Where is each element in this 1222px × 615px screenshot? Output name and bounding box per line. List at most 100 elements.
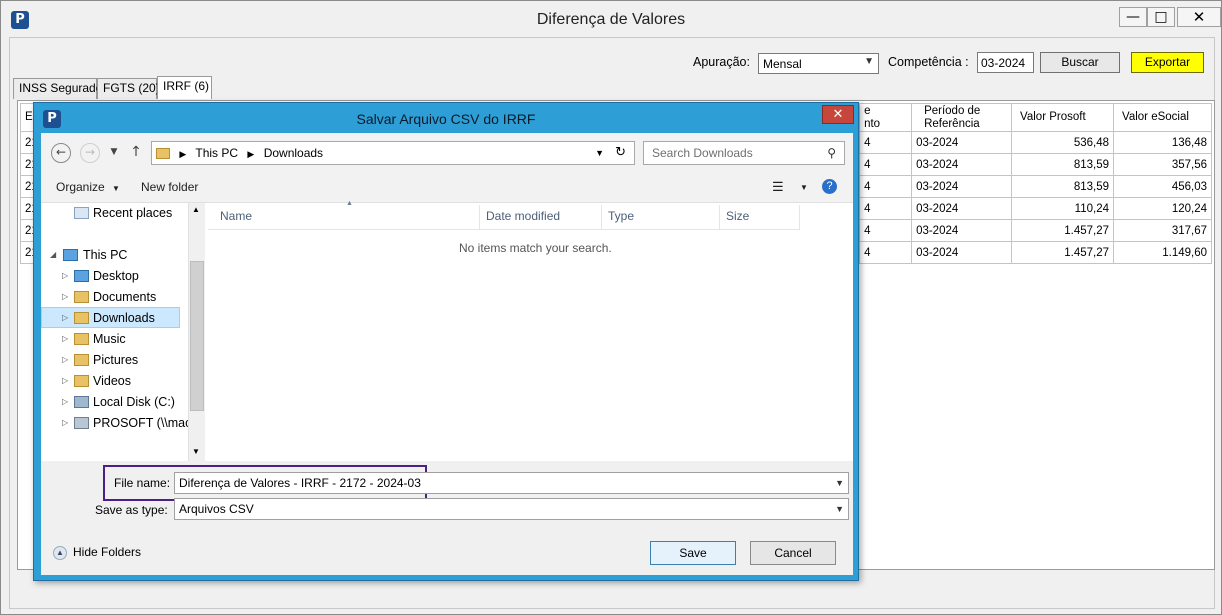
collapsed-chevron-icon: ▷ [62,376,69,385]
apuracao-select[interactable]: Mensal ▼ [758,53,879,74]
nav-item-label: Desktop [93,269,139,283]
cell-periodo: 03-2024 [911,219,1013,242]
expanded-chevron-icon: ◢ [50,250,57,259]
hard-drive-icon [74,396,89,408]
column-header-name[interactable]: Name [214,205,480,229]
cell-valor-prosoft: 813,59 [1011,175,1114,198]
empty-list-message: No items match your search. [459,241,612,255]
new-folder-button[interactable]: New folder [141,180,198,194]
breadcrumb-this-pc[interactable]: This PC [195,146,238,160]
search-input[interactable]: Search Downloads ⚲ [643,141,845,165]
column-header-evento: e nto [859,103,913,132]
cell-valor-esocial: 120,24 [1113,197,1212,220]
pictures-folder-icon [74,354,89,366]
nav-item-label: Downloads [93,311,155,325]
address-bar[interactable]: ▶ This PC ▶ Downloads ▼ ↻ [151,141,635,165]
save-as-type-value: Arquivos CSV [179,502,254,516]
tab-fgts[interactable]: FGTS (20) [97,78,160,99]
back-arrow-icon[interactable]: ← [51,143,71,163]
view-options-icon[interactable]: ☰ [772,179,784,195]
cell-valor-prosoft: 813,59 [1011,153,1114,176]
recent-locations-chevron-icon[interactable]: ▼ [103,143,125,163]
file-name-input[interactable]: Diferença de Valores - IRRF - 2172 - 202… [174,472,849,494]
view-chevron-icon[interactable]: ▼ [800,183,808,192]
recent-places-icon [74,207,89,219]
nav-item-label: Pictures [93,353,139,367]
forward-arrow-icon[interactable]: → [80,143,100,163]
nav-item-downloads[interactable]: ▷ Downloads [41,307,180,328]
nav-item-pictures[interactable]: ▷ Pictures [41,350,201,371]
maximize-button[interactable]: □ [1147,7,1175,27]
cell-evento: 4 [859,153,913,176]
chevron-down-icon[interactable]: ▼ [835,473,844,493]
exportar-button[interactable]: Exportar [1131,52,1204,73]
cell-valor-esocial: 317,67 [1113,219,1212,242]
save-file-dialog: P Salvar Arquivo CSV do IRRF ✕ ← → ▼ ↑ ▶… [33,102,859,581]
address-history-chevron-icon[interactable]: ▼ [595,142,604,164]
nav-pane-scrollbar[interactable]: ▲ ▼ [188,203,205,461]
cell-periodo: 03-2024 [911,131,1013,154]
scroll-up-icon[interactable]: ▲ [192,205,200,214]
save-button[interactable]: Save [650,541,736,565]
competencia-input[interactable]: 03-2024 [977,52,1034,73]
hide-folders-toggle[interactable]: ▲ Hide Folders [53,545,141,560]
column-header-type[interactable]: Type [602,205,720,229]
nav-item-label: Music [93,332,126,346]
nav-item-videos[interactable]: ▷ Videos [41,371,201,392]
search-placeholder: Search Downloads [652,146,753,160]
cell-valor-prosoft: 1.457,27 [1011,219,1114,242]
nav-item-local-disk[interactable]: ▷ Local Disk (C:) [41,392,201,413]
nav-item-music[interactable]: ▷ Music [41,329,201,350]
help-icon[interactable]: ? [822,179,837,194]
competencia-label: Competência : [888,55,969,69]
buscar-button[interactable]: Buscar [1040,52,1120,73]
nav-item-this-pc[interactable]: ◢ This PC [41,245,201,266]
nav-item-prosoft-share[interactable]: ▷ PROSOFT (\\mac [41,413,201,434]
scroll-down-icon[interactable]: ▼ [192,447,200,456]
nav-item-documents[interactable]: ▷ Documents [41,287,201,308]
chevron-down-icon: ▼ [864,56,874,67]
collapsed-chevron-icon: ▷ [62,355,69,364]
network-drive-icon [74,417,89,429]
dialog-bottom-area: File name: Diferença de Valores - IRRF -… [41,461,853,575]
save-as-type-select[interactable]: Arquivos CSV ▼ [174,498,849,520]
tab-irrf[interactable]: IRRF (6) [157,76,212,99]
organize-label: Organize [56,180,105,194]
nav-item-recent-places[interactable]: Recent places [41,203,201,224]
column-header-valor-esocial: Valor eSocial [1113,103,1212,132]
tab-inss-segurado[interactable]: INSS Segurado [13,78,102,99]
cell-evento: 4 [859,175,913,198]
scrollbar-thumb[interactable] [190,261,204,411]
dialog-close-button[interactable]: ✕ [822,105,854,124]
nav-item-desktop[interactable]: ▷ Desktop [41,266,201,287]
header-divider [208,229,800,230]
downloads-folder-icon [156,148,170,160]
column-header-size[interactable]: Size [720,205,800,229]
breadcrumb-separator-icon: ▶ [179,149,187,159]
cancel-button[interactable]: Cancel [750,541,836,565]
search-icon: ⚲ [827,146,836,160]
window-title: Diferença de Valores [536,11,686,28]
save-as-type-label: Save as type: [95,503,168,517]
nav-item-label: Local Disk (C:) [93,395,175,409]
chevron-down-icon: ▼ [112,184,120,193]
videos-folder-icon [74,375,89,387]
cell-periodo: 03-2024 [911,197,1013,220]
cell-valor-prosoft: 110,24 [1011,197,1114,220]
computer-icon [63,249,78,261]
up-arrow-icon[interactable]: ↑ [125,143,147,163]
downloads-folder-icon [74,312,89,324]
cell-valor-prosoft: 536,48 [1011,131,1114,154]
column-header-periodo: Período de Referência [911,103,1013,132]
organize-menu[interactable]: Organize ▼ [56,180,120,194]
cell-evento: 4 [859,219,913,242]
refresh-icon[interactable]: ↻ [615,142,626,164]
column-header-date-modified[interactable]: Date modified [480,205,602,229]
breadcrumb-separator-icon: ▶ [247,149,255,159]
minimize-button[interactable]: — [1119,7,1147,27]
column-header-valor-prosoft: Valor Prosoft [1011,103,1114,132]
chevron-down-icon: ▼ [835,504,844,514]
nav-item-label: Recent places [93,206,173,220]
breadcrumb-downloads[interactable]: Downloads [264,146,323,160]
close-button[interactable]: ✕ [1177,7,1221,27]
